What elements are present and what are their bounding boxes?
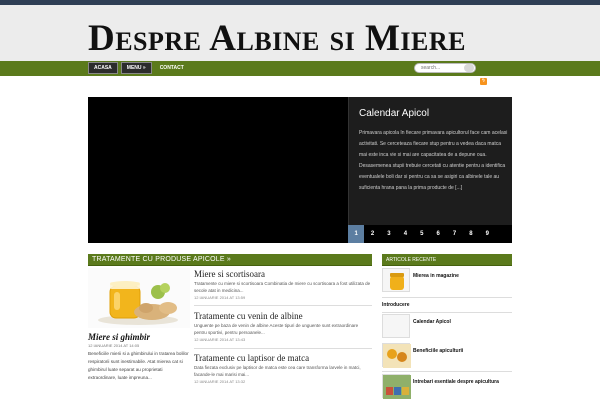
thumbnail[interactable] [382,314,410,338]
sidebar-link[interactable]: Mierea in magazine [413,273,459,279]
slide-excerpt: Primavara apicola In fiecare primavara a… [359,130,508,191]
beehives-icon [383,375,411,399]
honey-ginger-illustration [98,281,178,325]
nav-menu: Acasa Menu » Contact [88,62,189,75]
search-button[interactable] [464,64,474,72]
featured-title[interactable]: Miere si ghimbir [88,332,150,342]
sidebar-item[interactable]: Calendar Apicol [382,314,512,340]
post-excerpt: Data fiezata exclusiv pe laptisor de mat… [194,365,361,377]
post-item: Tratamente cu venin de albine Unguente p… [194,310,372,343]
sidebar-item[interactable]: Beneficiile apiculturii [382,343,512,369]
divider [382,371,512,372]
post-item: Tratamente cu laptisor de matca Data fie… [194,352,372,385]
pager-item[interactable]: 1 [348,225,365,243]
sidebar-link[interactable]: Introducere [382,302,410,308]
sidebar-link[interactable]: Intrebari esentiale despre apicultura [413,379,499,385]
nav-item-acasa[interactable]: Acasa [88,62,118,74]
slider-pager: 1 2 3 4 5 6 7 8 9 [348,225,512,243]
pager-item[interactable]: 6 [430,225,446,243]
rss-icon[interactable]: ϟ [480,78,487,85]
divider [382,312,512,313]
thumbnail[interactable] [382,343,411,368]
post-title[interactable]: Miere si scortisoara [194,268,372,280]
flowers-icon [383,344,411,368]
sidebar-title: Articole recente [386,257,437,263]
nav-item-menu[interactable]: Menu » [120,62,152,74]
pager-item[interactable]: 7 [446,225,462,243]
thumbnail[interactable] [382,268,410,292]
divider [194,305,372,306]
honey-jar-icon [390,273,404,290]
post-date: 12 IANUARIE 2014 AT 13:43 [194,337,246,342]
featured-excerpt: Beneficiile mierii si a ghimbirului in t… [88,351,189,380]
site-header: Despre Albine si Miere [0,5,600,61]
pager-item[interactable]: 9 [479,225,495,243]
featured-image[interactable] [88,268,190,328]
post-excerpt: Unguente pe baza de venin de albine Aces… [194,323,359,335]
pager-item[interactable]: 8 [463,225,479,243]
pager-item[interactable]: 4 [397,225,413,243]
featured-date: 12 IANUARIE 2014 AT 14:05 [88,343,140,348]
sidebar-header: Articole recente [382,254,512,266]
pager-item[interactable]: 3 [381,225,397,243]
sidebar-item[interactable]: Mierea in magazine [382,268,512,294]
sidebar-link[interactable]: Calendar Apicol [413,319,451,325]
main-nav: Acasa Menu » Contact [0,61,600,76]
post-title[interactable]: Tratamente cu laptisor de matca [194,352,372,364]
sidebar-item[interactable]: Intrebari esentiale despre apicultura [382,374,512,400]
divider [194,348,372,349]
post-date: 12 IANUARIE 2014 AT 13:59 [194,295,246,300]
divider [382,297,512,298]
page: Despre Albine si Miere Acasa Menu » Cont… [0,0,600,400]
section-header: Tratamente cu produse apicole » [88,254,372,266]
post-date: 12 IANUARIE 2014 AT 13:32 [194,379,246,384]
post-title[interactable]: Tratamente cu venin de albine [194,310,372,322]
section-title[interactable]: Tratamente cu produse apicole » [92,255,231,265]
pager-item[interactable]: 2 [364,225,380,243]
post-excerpt: Tratamente cu miere si scortisoara Combi… [194,281,371,293]
post-item: Miere si scortisoara Tratamente cu miere… [194,268,372,301]
site-title[interactable]: Despre Albine si Miere [88,19,466,59]
pager-item[interactable]: 5 [414,225,430,243]
slide-caption: Calendar Apicol Primavara apicola In fie… [348,97,512,225]
slide-title[interactable]: Calendar Apicol [359,108,429,119]
sidebar-link[interactable]: Beneficiile apiculturii [413,348,463,354]
nav-item-contact[interactable]: Contact [155,62,189,74]
thumbnail[interactable] [382,374,411,399]
